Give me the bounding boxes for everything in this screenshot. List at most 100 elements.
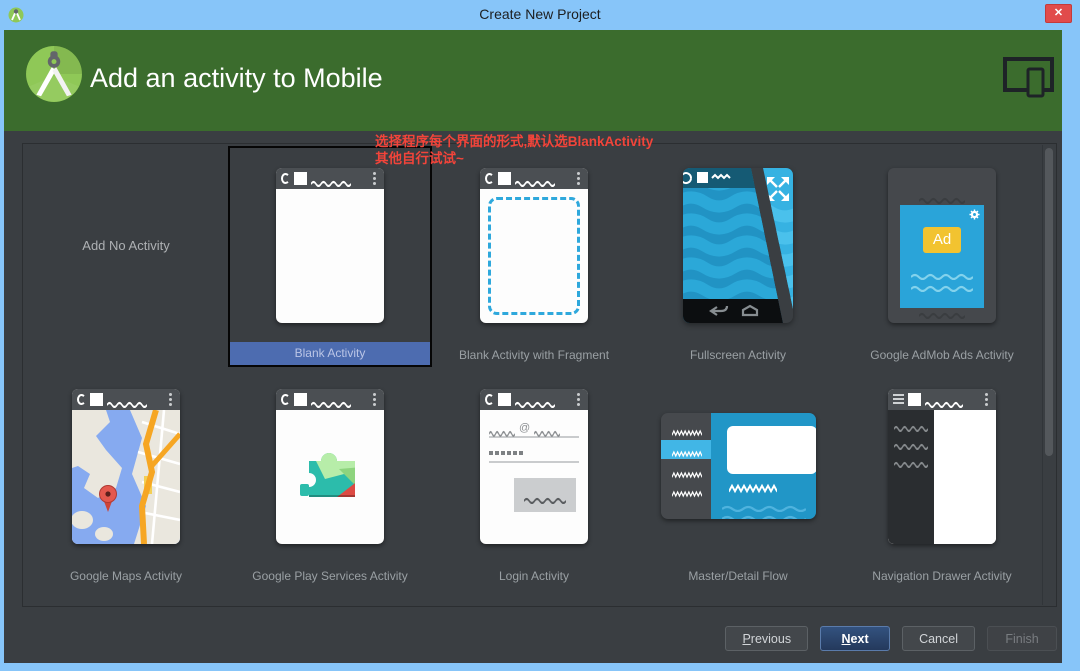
app-icon-placeholder	[908, 393, 921, 406]
ad-card: Ad	[900, 205, 984, 308]
squiggle-line	[894, 455, 928, 463]
overflow-menu-icon	[577, 177, 580, 180]
dialog-content: Add an activity to Mobile 选择程序每个界面的形式,默认…	[4, 30, 1062, 663]
squiggle-line	[107, 395, 147, 403]
app-icon-placeholder	[294, 393, 307, 406]
blank-activity-thumbnail	[276, 168, 384, 323]
squiggle-line	[722, 499, 806, 507]
squiggle-line	[911, 279, 973, 287]
admob-activity-thumbnail: Ad	[888, 168, 996, 323]
template-label: Navigation Drawer Activity	[840, 565, 1044, 588]
app-icon-placeholder	[90, 393, 103, 406]
navigation-drawer-thumbnail	[888, 389, 996, 544]
template-grid: Add No Activity	[24, 146, 1044, 588]
crescent-icon	[485, 173, 494, 184]
annotation-line-1: 选择程序每个界面的形式,默认选BlankActivity	[375, 133, 653, 150]
gear-icon	[969, 209, 980, 220]
fragment-dashed-outline	[488, 197, 580, 315]
squiggle-line	[524, 491, 566, 499]
map-graphic	[72, 410, 180, 544]
scrollbar-thumb[interactable]	[1045, 148, 1053, 456]
drawer-pane	[888, 410, 934, 544]
finish-button[interactable]: Finish	[987, 626, 1057, 651]
template-label: Fullscreen Activity	[636, 344, 840, 367]
template-cell-google-admob-ads-activity[interactable]: Ad Google AdMob Ads Activity	[840, 146, 1044, 367]
template-label: Blank Activity with Fragment	[432, 344, 636, 367]
template-label: Add No Activity	[82, 238, 169, 253]
wizard-body: Add No Activity	[4, 131, 1062, 663]
template-label: Google AdMob Ads Activity	[840, 344, 1044, 367]
squiggle-line	[672, 445, 702, 453]
play-services-puzzle-icon	[297, 439, 363, 503]
squiggle-line	[722, 509, 806, 517]
squiggle-line	[919, 306, 965, 314]
template-cell-blank-activity[interactable]: Blank Activity	[228, 146, 432, 367]
login-activity-thumbnail: @	[480, 389, 588, 544]
squiggle-line	[919, 191, 965, 199]
scrollbar-track[interactable]	[1042, 145, 1055, 605]
at-symbol: @	[519, 424, 530, 432]
crescent-icon	[77, 394, 86, 405]
crescent-icon	[281, 394, 290, 405]
overflow-menu-icon	[169, 398, 172, 401]
detail-pane	[711, 413, 816, 519]
app-icon-placeholder	[498, 172, 511, 185]
previous-button[interactable]: Previous	[725, 626, 808, 651]
squiggle-line	[672, 485, 702, 493]
squiggle-line	[894, 419, 928, 427]
overflow-menu-icon	[577, 398, 580, 401]
hamburger-menu-icon	[893, 394, 904, 404]
fullscreen-activity-thumbnail	[683, 168, 793, 323]
activity-template-list: Add No Activity	[22, 143, 1057, 607]
squiggle-line	[925, 395, 963, 403]
overflow-menu-icon	[985, 398, 988, 401]
android-studio-logo-icon	[25, 45, 83, 103]
template-label: Google Play Services Activity	[228, 565, 432, 588]
template-cell-master-detail-flow[interactable]: Master/Detail Flow	[636, 367, 840, 588]
template-label: Blank Activity	[230, 342, 430, 365]
wizard-footer: Previous Next Cancel Finish	[725, 626, 1057, 651]
squiggle-line	[729, 481, 777, 492]
wizard-title: Add an activity to Mobile	[90, 63, 383, 94]
template-label: Login Activity	[432, 565, 636, 588]
template-cell-navigation-drawer-activity[interactable]: Navigation Drawer Activity	[840, 367, 1044, 588]
squiggle-line	[534, 424, 560, 432]
overflow-menu-icon	[373, 177, 376, 180]
password-field-placeholder	[489, 451, 579, 463]
template-label: Google Maps Activity	[24, 565, 228, 588]
squiggle-line	[515, 174, 555, 182]
app-icon-placeholder	[498, 393, 511, 406]
mobile-form-factor-icon	[1002, 56, 1056, 98]
fragment-activity-thumbnail	[480, 168, 588, 323]
squiggle-line	[489, 424, 515, 432]
sign-in-button-placeholder	[514, 478, 576, 512]
next-button[interactable]: Next	[820, 626, 890, 651]
content-pane	[888, 410, 996, 544]
squiggle-line	[311, 174, 351, 182]
squiggle-line	[672, 466, 702, 474]
annotation-overlay: 选择程序每个界面的形式,默认选BlankActivity 其他自行试试~	[375, 133, 653, 167]
overflow-menu-icon	[373, 398, 376, 401]
crescent-icon	[281, 173, 290, 184]
create-new-project-window: { "window": { "title": "Create New Proje…	[0, 0, 1080, 671]
annotation-line-2: 其他自行试试~	[375, 150, 653, 167]
close-button[interactable]: ✕	[1045, 4, 1072, 23]
master-detail-thumbnail	[661, 413, 816, 519]
template-cell-add-no-activity[interactable]: Add No Activity	[24, 146, 228, 367]
template-cell-login-activity[interactable]: @	[432, 367, 636, 588]
ad-label-box: Ad	[923, 227, 961, 253]
squiggle-line	[672, 424, 702, 432]
template-cell-google-maps-activity[interactable]: Google Maps Activity	[24, 367, 228, 588]
template-cell-blank-activity-with-fragment[interactable]: Blank Activity with Fragment	[432, 146, 636, 367]
wizard-header: Add an activity to Mobile	[4, 30, 1062, 131]
crescent-icon	[485, 394, 494, 405]
email-field-placeholder: @	[489, 424, 579, 438]
template-cell-google-play-services-activity[interactable]: Google Play Services Activity	[228, 367, 432, 588]
maps-activity-thumbnail	[72, 389, 180, 544]
titlebar: Create New Project ✕	[0, 0, 1080, 30]
window-title: Create New Project	[0, 6, 1080, 22]
squiggle-line	[515, 395, 555, 403]
template-cell-fullscreen-activity[interactable]: Fullscreen Activity	[636, 146, 840, 367]
cancel-button[interactable]: Cancel	[902, 626, 975, 651]
app-icon-placeholder	[294, 172, 307, 185]
